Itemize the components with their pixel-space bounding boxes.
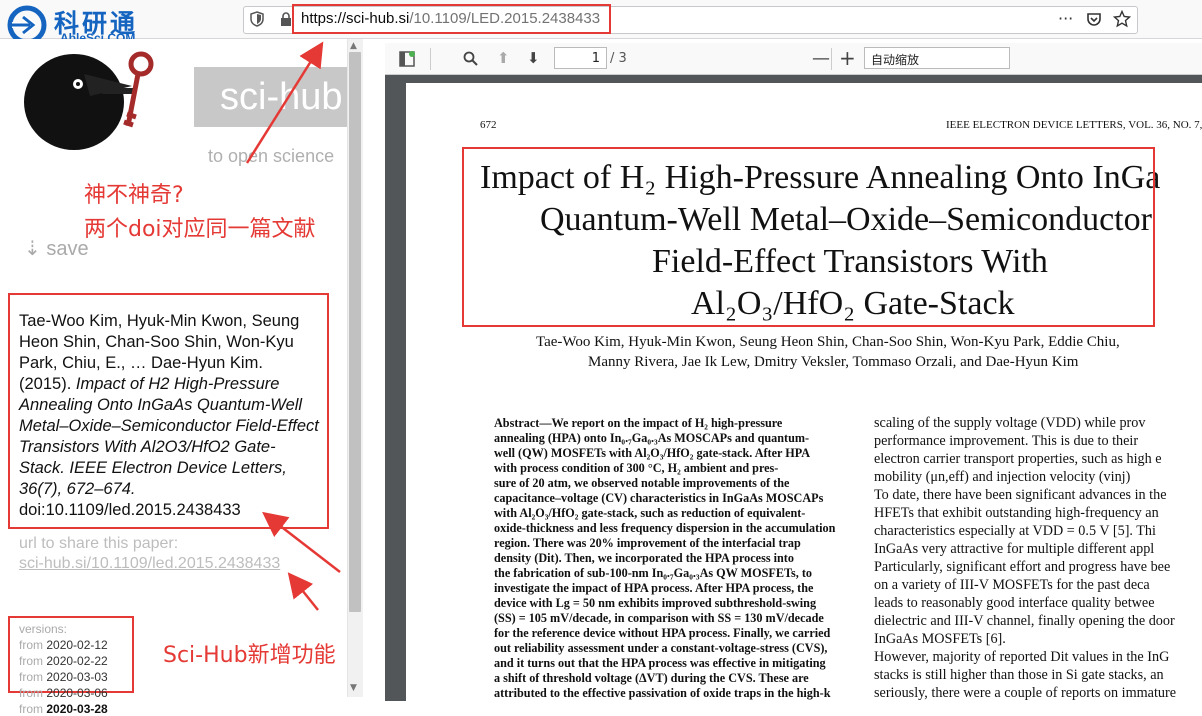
scroll-down-icon[interactable]: ▼ [350, 683, 357, 693]
pdf-abstract-line: region. There was 20% improvement of the… [494, 536, 801, 550]
pdf-body-line: scaling of the supply voltage (VDD) whil… [874, 415, 1146, 431]
pdf-body-line: HFETs that exhibit outstanding high-freq… [874, 505, 1159, 521]
pdf-body-line: Particularly, significant effort and pro… [874, 559, 1171, 575]
pdf-body-line: mobility (μn,eff) and injection velocity… [874, 469, 1131, 485]
pdf-journal-header: IEEE ELECTRON DEVICE LETTERS, VOL. 36, N… [946, 119, 1202, 131]
pdf-page-number: 672 [480, 119, 497, 131]
pdf-abstract-line: out reliability assessment under a const… [494, 641, 828, 655]
star-icon[interactable] [1113, 10, 1131, 28]
search-icon[interactable] [463, 51, 478, 66]
sidebar-scroll-thumb[interactable] [349, 52, 361, 612]
version-date: 2020-03-28 [46, 702, 108, 716]
url-highlight-box [292, 4, 611, 34]
pdf-abstract-line: device with Lg = 50 nm exhibits improved… [494, 596, 817, 610]
version-date: 2020-03-06 [46, 686, 108, 700]
page-number-input[interactable]: 1 [554, 47, 607, 69]
version-item[interactable]: from 2020-03-06 [19, 686, 108, 700]
pdf-body-line: stacks is still higher than those in Si … [874, 667, 1164, 683]
zoom-in-icon[interactable]: + [839, 46, 856, 70]
scihub-brand-text: sci-hub [220, 76, 343, 118]
version-item[interactable]: from 2020-03-03 [19, 670, 108, 684]
pdf-abstract-line: for the reference device without HPA pro… [494, 626, 831, 640]
share-link[interactable]: sci-hub.si/10.1109/led.2015.2438433 [19, 555, 280, 573]
pdf-abstract-line: oxide-thickness and less frequency dispe… [494, 521, 836, 535]
pocket-icon[interactable] [1086, 11, 1102, 27]
pdf-body-line: seriously, there were a couple of report… [874, 685, 1177, 701]
pdf-abstract-line: investigate the impact of HPA process. A… [494, 581, 814, 595]
pdf-abstract-line: with process condition of 300 °C, H₂ amb… [494, 461, 779, 475]
pdf-abstract-line: capacitance–voltage (CV) characteristics… [494, 491, 824, 505]
pdf-abstract-line: annealing (HPA) onto In₀.₇Ga₀.₃As MOSCAP… [494, 431, 810, 445]
versions-title: versions: [19, 622, 68, 636]
pdf-abstract-line: well (QW) MOSFETs with Al₂O₃/HfO₂ gate-s… [494, 446, 811, 460]
toolbar-divider [430, 48, 431, 70]
citation: Tae-Woo Kim, Hyuk-Min Kwon, Seung Heon S… [19, 311, 319, 521]
citation-doi: doi:10.1109/led.2015.2438433 [19, 501, 241, 519]
version-prefix: from [19, 686, 43, 700]
scihub-raven-logo [24, 51, 154, 150]
toolbar-divider [831, 48, 832, 70]
pdf-body-line: characteristics especially at VDD = 0.5 … [874, 523, 1156, 539]
scihub-tagline: to open science [208, 146, 335, 166]
annotation-note-2: 两个doi对应同一篇文献 [84, 217, 316, 242]
lock-icon[interactable] [280, 12, 292, 27]
pdf-body-line: electron carrier transport properties, s… [874, 451, 1162, 467]
version-prefix: from [19, 702, 43, 716]
save-link[interactable]: ⇣ save [24, 236, 89, 261]
pdf-abstract-line: (SS) = 105 mV/decade, in comparison with… [494, 611, 824, 625]
pdf-body-line: on a variety of III-V MOSFETs for the pa… [874, 577, 1150, 593]
share-label: url to share this paper: [19, 535, 179, 552]
pdf-body-line: However, majority of reported Dit values… [874, 649, 1170, 665]
annotation-note-1: 神不神奇? [84, 183, 184, 208]
prev-page-icon[interactable]: ⬆ [497, 49, 510, 67]
version-date: 2020-02-22 [46, 654, 108, 668]
pdf-authors-line: Manny Rivera, Jae Ik Lew, Dmitry Veksler… [588, 354, 1079, 370]
version-item[interactable]: from 2020-03-28 [19, 702, 108, 716]
annotation-note-3: Sci-Hub新增功能 [163, 643, 336, 668]
pdf-abstract-line: Abstract—We report on the impact of H₂ h… [494, 416, 783, 430]
scroll-up-icon[interactable]: ▲ [350, 41, 357, 51]
pdf-abstract-line: attributed to the effective passivation … [494, 686, 831, 700]
pdf-body-line: performance improvement. This is due to … [874, 433, 1139, 449]
version-item[interactable]: from 2020-02-12 [19, 638, 108, 652]
pdf-authors-line: Tae-Woo Kim, Hyuk-Min Kwon, Seung Heon S… [536, 334, 1120, 350]
pdf-abstract-line: the fabrication of sub-100-nm In₀.₇Ga₀.₃… [494, 566, 812, 580]
pdf-page: 672 IEEE ELECTRON DEVICE LETTERS, VOL. 3… [406, 83, 1202, 701]
shield-icon[interactable] [250, 11, 264, 27]
citation-title: Impact of H2 High-Pressure Annealing Ont… [19, 375, 319, 498]
pdf-body-line: leads to reasonably good interface quali… [874, 595, 1155, 611]
version-prefix: from [19, 670, 43, 684]
zoom-select-value: 自动缩放 [871, 53, 920, 67]
page-total: / 3 [610, 51, 627, 66]
pdf-abstract-line: a shift of threshold voltage (ΔVT) durin… [494, 671, 809, 685]
sidebar-toggle-icon[interactable] [399, 51, 415, 67]
pdf-body-line: To date, there have been significant adv… [874, 487, 1167, 503]
version-prefix: from [19, 638, 43, 652]
pdf-abstract-line: and it turns out that the HPA process wa… [494, 656, 826, 670]
zoom-select[interactable]: 自动缩放 [864, 47, 1010, 69]
pdf-body-line: dielectric and III-V channel, finally op… [874, 613, 1175, 629]
title-highlight-box [462, 147, 1155, 327]
pdf-abstract-line: with Al₂O₃/HfO₂ gate-stack, such as redu… [494, 506, 806, 520]
zoom-out-icon[interactable]: — [812, 48, 830, 69]
pdf-body-line: InGaAs very attractive for multiple diff… [874, 541, 1155, 557]
version-date: 2020-03-03 [46, 670, 108, 684]
pdf-abstract-line: density (Dit). Then, we incorporated the… [494, 551, 794, 565]
pdf-body-line: InGaAs MOSFETs [6]. [874, 631, 1006, 647]
more-icon[interactable]: ··· [1058, 9, 1073, 28]
pdf-abstract-line: sure of 20 atm, we observed notable impr… [494, 476, 790, 490]
version-date: 2020-02-12 [46, 638, 108, 652]
version-prefix: from [19, 654, 43, 668]
pane-gap [363, 39, 385, 701]
version-item[interactable]: from 2020-02-22 [19, 654, 108, 668]
next-page-icon[interactable]: ⬇ [527, 49, 540, 67]
